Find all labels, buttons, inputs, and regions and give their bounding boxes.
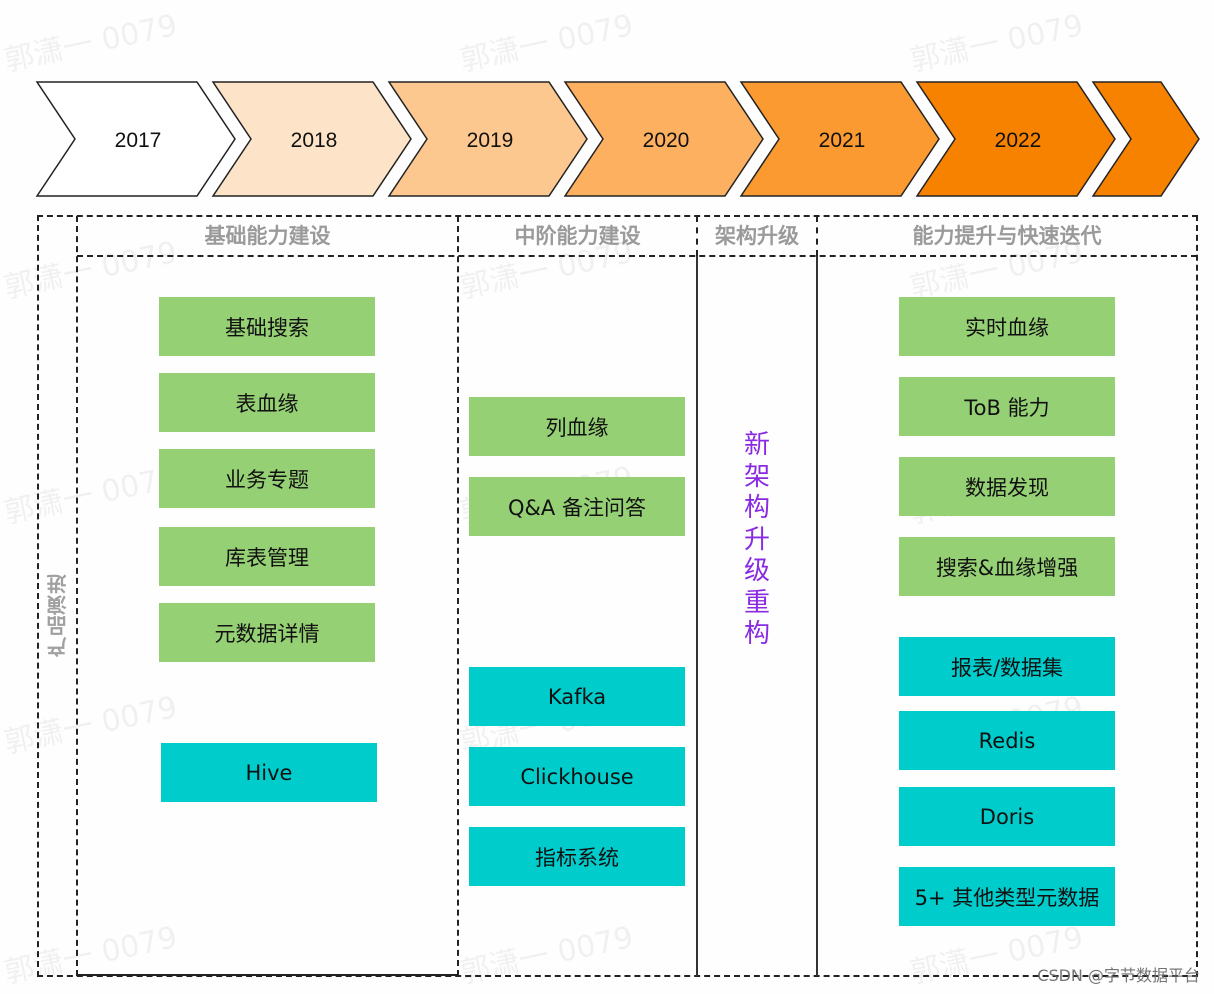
phase-title-architecture: 架构升级: [715, 224, 799, 248]
feature-box: 表血缘: [159, 373, 375, 432]
phase-title-basic: 基础能力建设: [204, 224, 331, 248]
timeline: 2017 2018 2019 2020 2021 2022: [35, 81, 1200, 197]
feature-box: 元数据详情: [159, 603, 375, 662]
bottom-line: [77, 974, 457, 976]
timeline-year-label: 2022: [995, 129, 1042, 152]
feature-box: ToB 能力: [899, 377, 1115, 436]
feature-box: 实时血缘: [899, 297, 1115, 356]
datasource-box: Hive: [161, 743, 377, 802]
timeline-year-label: 2017: [115, 129, 162, 152]
vertical-char: 重: [743, 587, 770, 618]
side-label: 产品演进: [38, 560, 76, 670]
feature-box: 基础搜索: [159, 297, 375, 356]
feature-box: 数据发现: [899, 457, 1115, 516]
column-divider: [816, 256, 818, 976]
column-divider: [457, 216, 459, 976]
datasource-box: 报表/数据集: [899, 637, 1115, 696]
header-divider: [77, 255, 1197, 257]
vertical-char: 构: [743, 493, 770, 523]
vertical-char: 级: [743, 556, 770, 586]
datasource-box: Doris: [899, 787, 1115, 846]
credit-text: CSDN @字节数据平台: [1037, 966, 1200, 985]
feature-box: Q&A 备注问答: [469, 477, 685, 536]
side-label-text: 产品演进: [45, 573, 70, 657]
datasource-box: Kafka: [469, 667, 685, 726]
column-divider: [696, 256, 698, 976]
side-divider: [76, 216, 78, 976]
vertical-char: 升: [743, 524, 770, 555]
feature-box: 业务专题: [159, 449, 375, 508]
datasource-box: 指标系统: [469, 827, 685, 886]
feature-box: 搜索&血缘增强: [899, 537, 1115, 596]
timeline-year-label: 2020: [643, 129, 690, 152]
feature-box: 列血缘: [469, 397, 685, 456]
feature-box: 库表管理: [159, 527, 375, 586]
vertical-char: 构: [743, 619, 770, 649]
phase-title-advanced: 能力提升与快速迭代: [912, 224, 1102, 248]
timeline-year-label: 2018: [291, 129, 338, 152]
vertical-char: 架: [743, 461, 770, 492]
phase-title-intermediate: 中阶能力建设: [514, 224, 641, 248]
timeline-year-label: 2021: [819, 129, 866, 152]
datasource-box: Clickhouse: [469, 747, 685, 806]
architecture-vertical-text: 新 架 构 升 级 重 构: [737, 430, 777, 651]
datasource-box: Redis: [899, 711, 1115, 770]
timeline-year-label: 2019: [467, 129, 514, 152]
datasource-box: 5+ 其他类型元数据: [899, 867, 1115, 926]
vertical-char: 新: [743, 430, 770, 460]
